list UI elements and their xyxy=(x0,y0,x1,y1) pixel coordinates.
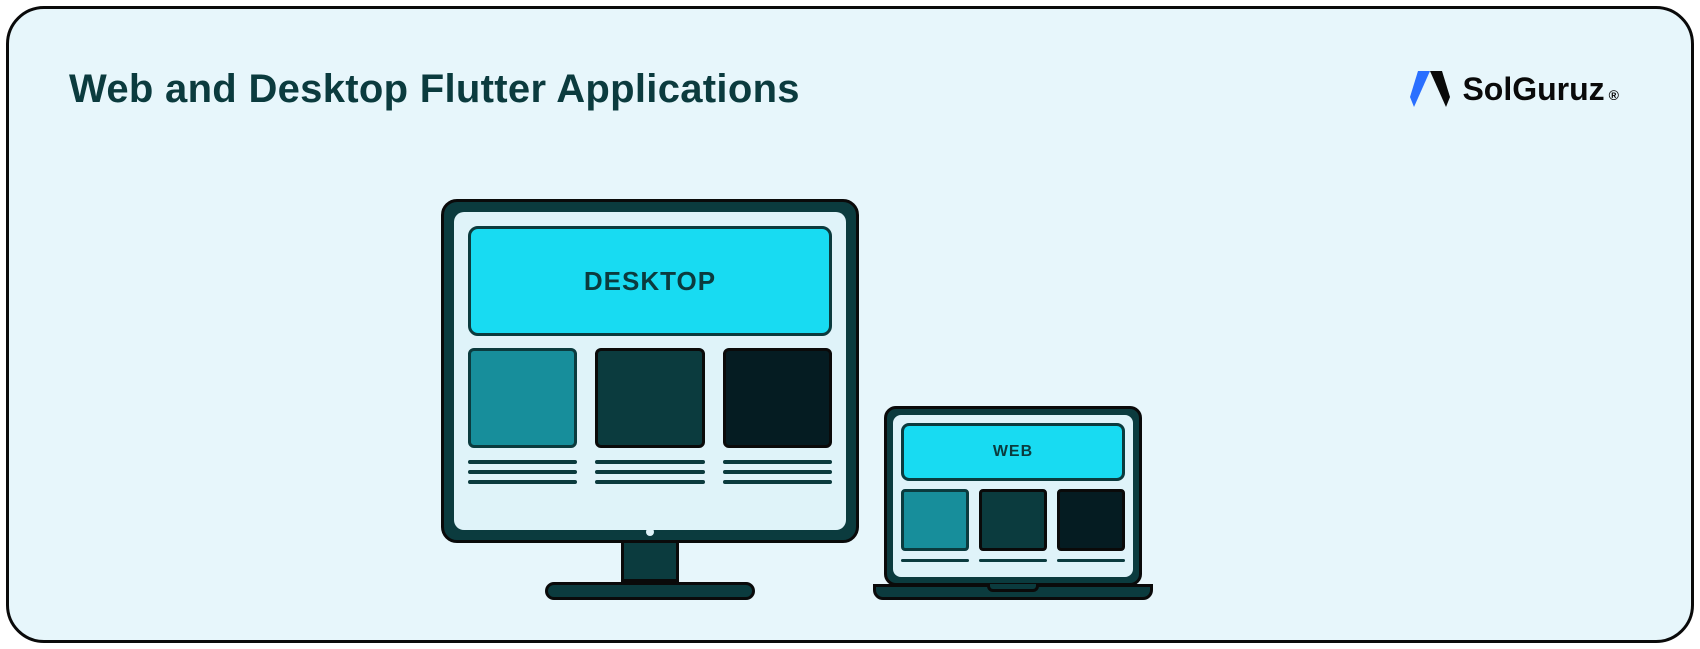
web-illustration: WEB xyxy=(873,406,1153,600)
text-line xyxy=(979,559,1047,562)
page-title: Web and Desktop Flutter Applications xyxy=(69,67,800,112)
desktop-column-3 xyxy=(723,348,832,484)
web-column-1 xyxy=(901,489,969,562)
web-column-3 xyxy=(1057,489,1125,562)
text-line xyxy=(468,460,577,464)
web-column-2 xyxy=(979,489,1047,562)
text-line xyxy=(723,480,832,484)
text-line xyxy=(723,470,832,474)
text-line xyxy=(468,480,577,484)
monitor-neck xyxy=(621,540,679,582)
desktop-hero-panel: DESKTOP xyxy=(468,226,832,336)
text-line xyxy=(468,470,577,474)
text-line xyxy=(595,480,704,484)
text-line xyxy=(723,460,832,464)
brand-mark-icon xyxy=(1410,67,1450,111)
diagram-card: Web and Desktop Flutter Applications Sol… xyxy=(6,6,1694,643)
desktop-lines-2 xyxy=(595,454,704,484)
desktop-card-3 xyxy=(723,348,832,448)
brand-name-prefix: Sol xyxy=(1462,71,1512,108)
web-lines-1 xyxy=(901,555,969,562)
text-line xyxy=(595,460,704,464)
laptop-notch xyxy=(987,584,1039,592)
web-lines-2 xyxy=(979,555,1047,562)
desktop-lines-3 xyxy=(723,454,832,484)
brand-logo: SolGuruz ® xyxy=(1410,67,1619,111)
desktop-card-1 xyxy=(468,348,577,448)
desktop-column-2 xyxy=(595,348,704,484)
desktop-hero-label: DESKTOP xyxy=(584,266,716,297)
laptop-screen: WEB xyxy=(893,415,1133,577)
web-card-2 xyxy=(979,489,1047,551)
monitor-frame: DESKTOP xyxy=(441,199,859,543)
brand-name-suffix: Guruz xyxy=(1512,71,1604,108)
text-line xyxy=(901,559,969,562)
brand-name: SolGuruz ® xyxy=(1462,71,1619,108)
desktop-illustration: DESKTOP xyxy=(441,199,859,600)
web-columns xyxy=(901,489,1125,562)
registered-mark: ® xyxy=(1609,87,1619,103)
desktop-card-2 xyxy=(595,348,704,448)
desktop-lines-1 xyxy=(468,454,577,484)
illustration-stage: DESKTOP xyxy=(9,120,1691,640)
web-hero-label: WEB xyxy=(993,443,1033,461)
monitor-screen: DESKTOP xyxy=(454,212,846,530)
text-line xyxy=(1057,559,1125,562)
web-hero-panel: WEB xyxy=(901,423,1125,481)
monitor-base xyxy=(545,582,755,600)
web-card-3 xyxy=(1057,489,1125,551)
desktop-column-1 xyxy=(468,348,577,484)
monitor-led-icon xyxy=(646,528,654,536)
desktop-columns xyxy=(468,348,832,484)
web-card-1 xyxy=(901,489,969,551)
laptop-base xyxy=(873,584,1153,600)
web-lines-3 xyxy=(1057,555,1125,562)
text-line xyxy=(595,470,704,474)
laptop-frame: WEB xyxy=(884,406,1142,586)
